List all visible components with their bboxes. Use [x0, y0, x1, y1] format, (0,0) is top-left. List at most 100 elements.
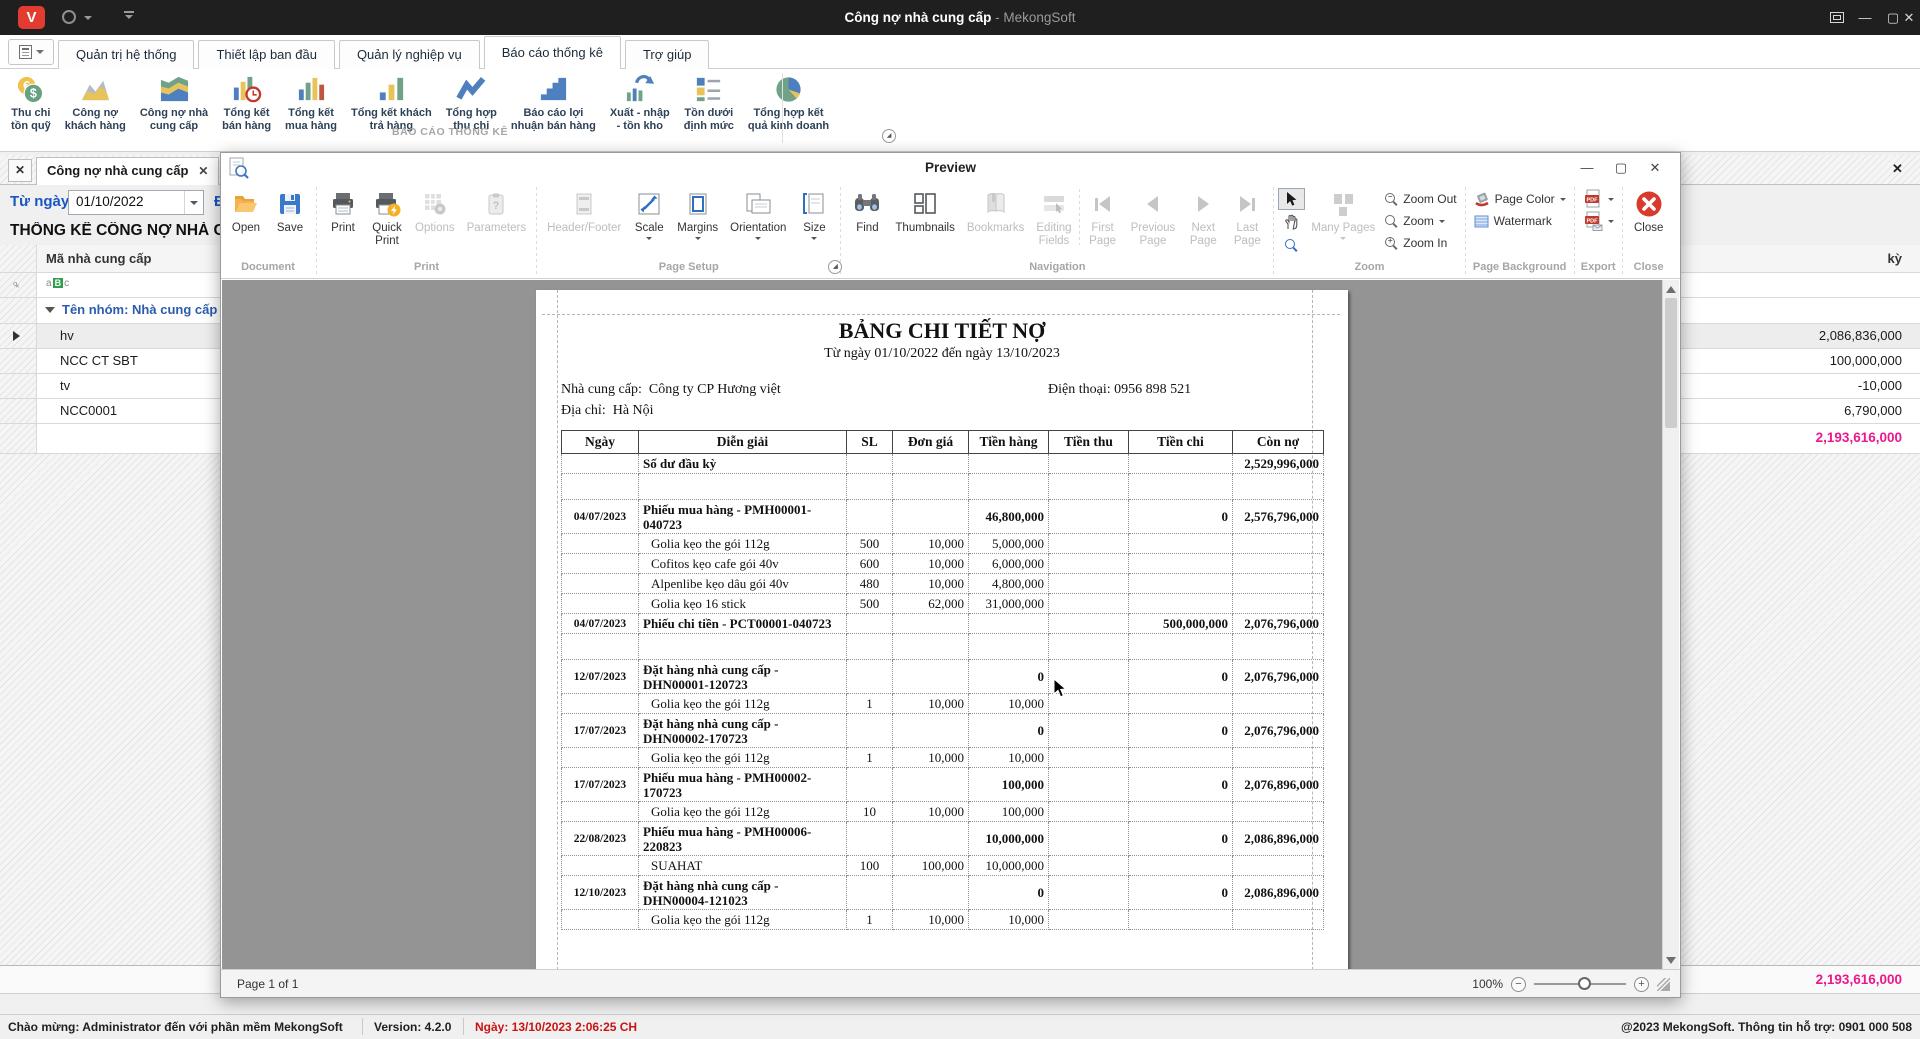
ribbon-button[interactable]: Tổng kết khách trả hàng	[344, 72, 439, 134]
scrollbar-thumb[interactable]	[1665, 298, 1677, 428]
supplier-code-cell[interactable]: NCC0001	[60, 403, 117, 418]
supplier-code-cell[interactable]: NCC CT SBT	[60, 353, 138, 368]
report-cell: 10,000,000	[969, 822, 1049, 856]
toolbar-separator	[1622, 187, 1623, 274]
ribbon-button[interactable]: Tổng kết bán hàng	[215, 72, 278, 134]
application-menu-button[interactable]	[8, 39, 54, 65]
ribbon-button[interactable]: Công nợ khách hàng	[58, 72, 133, 134]
supplier-debt-value-cell[interactable]: 6,790,000	[1844, 403, 1902, 418]
bookmarks-button[interactable]: Bookmarks	[961, 185, 1031, 235]
scale-button[interactable]: Scale	[627, 185, 671, 240]
resize-grip-icon[interactable]	[1657, 978, 1670, 991]
ribbon-collapse-icon[interactable]: ◢	[882, 129, 896, 143]
orientation-dropdown-icon	[755, 237, 761, 240]
margins-button[interactable]: Margins	[671, 185, 724, 240]
menu-tab[interactable]: Quản lý nghiệp vụ	[339, 40, 480, 69]
ribbon-button[interactable]: Tổng hợp kết quả kinh doanh	[741, 72, 836, 134]
zoom-button[interactable]: Zoom	[1381, 210, 1460, 232]
supplier-code-cell[interactable]: tv	[60, 378, 70, 393]
ribbon-button[interactable]: Báo cáo lợi nhuận bán hàng	[504, 72, 603, 134]
print-button[interactable]: Print	[321, 185, 365, 235]
hand-tool-button[interactable]	[1278, 211, 1305, 233]
ribbon-button[interactable]: Xuất - nhập - tồn kho	[603, 72, 677, 134]
report-cell	[1233, 910, 1324, 930]
size-button[interactable]: Size	[792, 185, 836, 240]
send-pdf-email-button[interactable]: PDF	[1579, 210, 1618, 232]
toolbar-separator	[1465, 187, 1466, 274]
scroll-up-icon[interactable]	[1666, 286, 1676, 293]
find-button[interactable]: Find	[845, 185, 889, 235]
date-dropdown-icon[interactable]	[184, 191, 203, 214]
editing-fields-button[interactable]: Editing Fields	[1030, 185, 1077, 248]
app-logo-icon[interactable]: V	[18, 6, 45, 29]
pointer-tool-button[interactable]	[1278, 188, 1305, 210]
ribbon-button[interactable]: Tồn dưới định mức	[677, 72, 741, 134]
report-cell: 480	[847, 574, 893, 594]
thumbnails-icon	[912, 189, 938, 219]
zoom-slider[interactable]	[1534, 983, 1626, 985]
ribbon-button[interactable]: Công nợ nhà cung cấp	[133, 72, 215, 134]
quick-access-circle-icon[interactable]	[62, 10, 76, 24]
close-button[interactable]: ✕	[1894, 0, 1920, 35]
supplier-debt-value-cell[interactable]: -10,000	[1858, 378, 1902, 393]
ribbon-button[interactable]: Tổng kết mua hàng	[278, 72, 344, 134]
watermark-button[interactable]: Watermark	[1470, 210, 1570, 232]
zoom-plus-button[interactable]: +	[1634, 977, 1649, 992]
next-page-button[interactable]: Next Page	[1181, 185, 1225, 248]
zoom-slider-thumb[interactable]	[1578, 977, 1591, 990]
fullscreen-button[interactable]	[1822, 0, 1852, 35]
page-color-button[interactable]: Page Color	[1470, 188, 1570, 210]
ribbon-button[interactable]: Tổng hợp thu chi	[439, 72, 504, 134]
scroll-down-icon[interactable]	[1666, 957, 1676, 964]
preview-maximize-button[interactable]: ▢	[1604, 153, 1638, 183]
report-cell: Alpenlibe kẹo dâu gói 40v	[639, 574, 847, 594]
previous-page-button[interactable]: Previous Page	[1125, 185, 1182, 248]
options-button[interactable]: Options	[409, 185, 461, 235]
quick-print-button[interactable]: Quick Print	[365, 185, 409, 248]
supplier-debt-value-cell[interactable]: 2,086,836,000	[1819, 328, 1902, 343]
report-cell	[893, 876, 969, 910]
report-cell: 10,000	[893, 554, 969, 574]
menu-tab[interactable]: Thiết lập ban đầu	[198, 40, 334, 69]
orientation-button[interactable]: Orientation	[724, 185, 792, 240]
open-button[interactable]: Open	[224, 185, 268, 235]
save-button[interactable]: Save	[268, 185, 312, 235]
close-preview-button[interactable]: Close	[1627, 185, 1671, 235]
ribbon-button[interactable]: €$Thu chi tồn quỹ	[4, 72, 58, 134]
quick-access-dropdown-icon[interactable]	[84, 16, 92, 20]
menu-tab[interactable]: Báo cáo thống kê	[484, 36, 621, 69]
magnifier-tool-button[interactable]	[1278, 234, 1305, 256]
preview-minimize-button[interactable]: —	[1570, 153, 1604, 183]
page-indicator: Page 1 of 1	[237, 977, 298, 991]
customize-toolbar-icon[interactable]	[124, 11, 134, 19]
zoom-out-button[interactable]: − Zoom Out	[1381, 188, 1460, 210]
supplier-code-cell[interactable]: hv	[60, 328, 74, 343]
zoom-minus-button[interactable]: −	[1511, 977, 1526, 992]
from-date-input[interactable]: 01/10/2022	[68, 190, 204, 215]
group-collapse-icon[interactable]	[45, 307, 55, 313]
tab-close-icon[interactable]: ✕	[198, 164, 208, 178]
last-page-button[interactable]: Last Page	[1225, 185, 1269, 248]
report-cell	[893, 634, 969, 660]
parameters-button[interactable]: ? Parameters	[461, 185, 532, 235]
close-panel-icon[interactable]: ✕	[1892, 161, 1903, 177]
supplier-debt-value-cell[interactable]: 100,000,000	[1830, 353, 1902, 368]
header-footer-button[interactable]: Header/Footer	[541, 185, 627, 235]
preview-close-x-button[interactable]: ✕	[1638, 153, 1672, 183]
tab-cong-no-nha-cung-cap[interactable]: Công nợ nhà cung cấp✕	[36, 157, 219, 185]
thumbnails-button[interactable]: Thumbnails	[889, 185, 960, 235]
last-page-icon	[1240, 191, 1255, 217]
zoom-in-button[interactable]: + Zoom In	[1381, 232, 1460, 254]
preview-vertical-scrollbar[interactable]	[1662, 280, 1679, 970]
close-all-tabs-button[interactable]: ✕	[8, 159, 32, 182]
menu-tab[interactable]: Quản trị hệ thống	[58, 40, 194, 69]
match-mode-abc-icon[interactable]: aBc	[46, 278, 69, 289]
report-cell	[1129, 694, 1233, 714]
grand-total-value: 2,193,616,000	[1816, 972, 1902, 987]
menu-tab[interactable]: Trợ giúp	[625, 40, 710, 69]
minimize-button[interactable]: —	[1850, 0, 1880, 35]
many-pages-button[interactable]: Many Pages	[1305, 185, 1381, 240]
first-page-button[interactable]: First Page	[1081, 185, 1125, 248]
toolbar-group-close: Close Close	[1624, 183, 1674, 278]
export-to-pdf-button[interactable]: PDF	[1579, 188, 1618, 210]
